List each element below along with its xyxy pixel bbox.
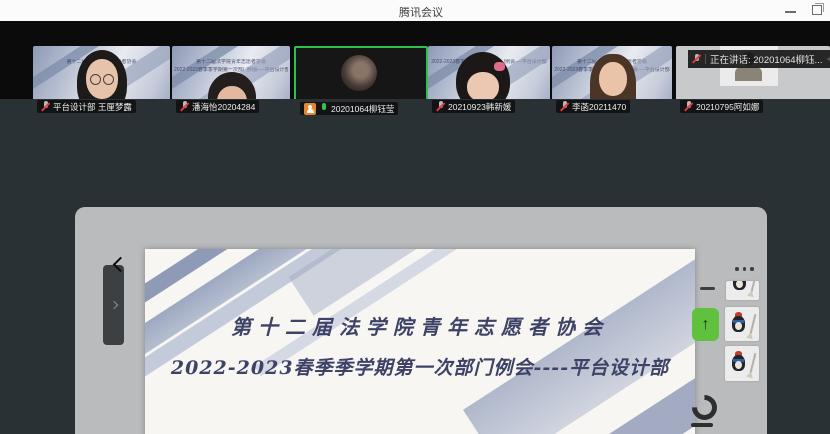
avatar (341, 55, 377, 91)
divider-dash (700, 287, 715, 290)
title-bar: 腾讯会议 (0, 0, 830, 22)
participant-name-label: 20210795阿如娜 (680, 100, 763, 113)
partial-glyph (691, 395, 715, 429)
chevron-left-icon (826, 55, 830, 64)
shared-screen-canvas: 第十二届法学院青年志愿者协会 2022-2023春季季学期第一次部门例会----… (75, 207, 767, 434)
participant-name-label: 20201064柳钰莹 (300, 102, 398, 115)
mic-muted-icon (560, 101, 569, 112)
mic-muted-icon (180, 101, 189, 112)
collapsed-panel-tab[interactable] (103, 265, 124, 345)
send-arrow-button[interactable]: ↑ (692, 308, 719, 341)
more-options-icon[interactable] (735, 267, 754, 271)
presenter-badge-icon (304, 103, 316, 115)
penguin-sticker (725, 307, 759, 341)
divider (705, 54, 706, 64)
hair-clip (494, 62, 505, 71)
mini-slide-text: 第十二届法学院青年志愿者协会 (174, 59, 288, 65)
window-title: 腾讯会议 (399, 4, 443, 20)
participant-name-label: 李菡20211470 (556, 100, 630, 113)
now-speaking-text: 正在讲话: 20201064柳钰... (710, 52, 822, 66)
mic-on-icon (319, 103, 328, 114)
meeting-window: 腾讯会议 第十二届法学院青年志愿者协会 平台设计部 王厘梦露 第十二届法学院青年… (0, 0, 830, 434)
participant-name-label: 20210923韩新媛 (432, 100, 515, 113)
chevron-right-icon (109, 301, 117, 309)
penguin-sticker (726, 281, 759, 300)
penguin-sticker (725, 346, 759, 381)
minimize-icon[interactable] (785, 11, 796, 13)
mic-muted-icon (692, 54, 701, 65)
mic-muted-icon (41, 101, 50, 112)
participant-name-label: 潘海怡20204284 (176, 100, 259, 113)
glasses (89, 74, 115, 84)
restore-window-icon[interactable] (812, 5, 822, 15)
slide-title-line2: 2022-2023春季季学期第一次部门例会----平台设计部 (145, 353, 695, 380)
participant-name-label: 平台设计部 王厘梦露 (37, 100, 136, 113)
mic-muted-icon (684, 101, 693, 112)
slide-title-line1: 第十二届法学院青年志愿者协会 (145, 311, 695, 340)
now-speaking-banner[interactable]: 正在讲话: 20201064柳钰... (688, 50, 830, 68)
mic-muted-icon (436, 101, 445, 112)
presentation-slide: 第十二届法学院青年志愿者协会 2022-2023春季季学期第一次部门例会----… (145, 249, 695, 434)
shared-screen-region: 第十二届法学院青年志愿者协会 2022-2023春季季学期第一次部门例会----… (0, 99, 830, 434)
